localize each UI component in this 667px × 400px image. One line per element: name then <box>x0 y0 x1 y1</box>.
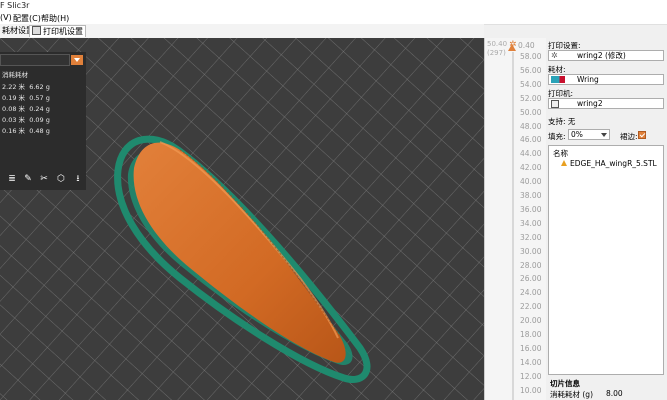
slider-tick-label: 32.00 <box>520 232 542 242</box>
left-info-panel: 消耗耗材 2.22 米 6.62 g 0.19 米 0.57 g 0.08 米 … <box>0 52 86 190</box>
slider-tick-label: 10.00 <box>520 385 542 395</box>
used-filament-value: 8.00 <box>606 389 623 398</box>
slider-tick-label: 12.00 <box>520 371 542 381</box>
slider-tick-label: 38.00 <box>520 191 542 200</box>
paint-icon[interactable]: ✎ <box>22 173 34 185</box>
support-value: 无 <box>567 117 576 126</box>
tab-bar: 耗材设置 打印机设置 <box>0 24 484 39</box>
menu-help[interactable]: 帮助(H) <box>41 13 69 24</box>
window-title: F Slic3r <box>0 1 30 10</box>
chevron-down-icon <box>601 133 607 137</box>
slider-tick-label: 46.00 <box>520 135 542 145</box>
slider-tick-label: 44.00 <box>520 149 542 159</box>
slider-tick-label: 54.00 <box>520 79 542 89</box>
slider-tick-label: 20.00 <box>520 316 542 326</box>
slider-thumb[interactable] <box>508 44 516 51</box>
slider-tick-label: 42.00 <box>520 163 542 173</box>
slider-tick-label: 58.00 <box>520 52 542 61</box>
cut-icon[interactable]: ✂ <box>38 173 50 185</box>
slider-tick-label: 18.00 <box>520 330 542 339</box>
slider-top-height: 50.40 <box>487 40 508 48</box>
slider-tick-label: 36.00 <box>520 204 542 214</box>
slider-tick-label: 34.00 <box>520 218 542 228</box>
slider-current-value: 0.40 <box>518 41 535 50</box>
slider-tick-label: 52.00 <box>520 93 542 103</box>
cube-icon[interactable]: ⬡ <box>55 173 67 185</box>
printer-combo[interactable]: wring2 <box>548 98 664 109</box>
support-label: 支持: 无 <box>548 117 576 126</box>
usage-row: 2.22 米 6.62 g <box>2 83 50 91</box>
slider-track[interactable] <box>512 52 514 400</box>
usage-row: 0.03 米 0.09 g <box>2 116 50 124</box>
slider-tick-label: 48.00 <box>520 121 542 131</box>
right-settings-panel: 打印设置: ✲ wring2 (修改) 耗材: Wring 打印机: wring… <box>546 38 667 400</box>
menu-config[interactable]: 配置(C) <box>13 13 41 24</box>
slider-tick-label: 16.00 <box>520 343 542 353</box>
slider-tick-label: 56.00 <box>520 65 542 75</box>
slider-tick-label: 28.00 <box>520 260 542 270</box>
tab-printer-label: 打印机设置 <box>43 27 83 36</box>
slice-info-title: 切片信息 <box>550 379 580 388</box>
tab-printer-settings[interactable]: 打印机设置 <box>29 25 86 37</box>
view-toolbar: ≣ ✎ ✂ ⬡ ⭳ <box>2 173 86 187</box>
printer-icon <box>32 26 41 35</box>
infill-label: 填充: <box>548 132 566 141</box>
usage-row: 0.19 米 0.57 g <box>2 94 50 102</box>
list-header-name: 名称 <box>553 149 568 158</box>
dropdown-arrow-icon[interactable] <box>71 55 83 65</box>
arrow-down-icon[interactable]: ⭳ <box>72 173 84 185</box>
slider-tick-label: 14.00 <box>520 357 542 367</box>
slider-tick-label: 40.00 <box>520 177 542 187</box>
usage-row: 0.08 米 0.24 g <box>2 105 50 113</box>
warning-icon <box>561 160 567 166</box>
filament-usage-header: 消耗耗材 <box>2 71 28 79</box>
object-list[interactable]: 名称 EDGE_HA_wingR_5.STL <box>548 145 664 375</box>
brim-label: 裙边: <box>620 132 638 141</box>
usage-row: 0.16 米 0.48 g <box>2 127 50 135</box>
slider-tick-label: 24.00 <box>520 288 542 298</box>
layer-slider[interactable]: 50.40 (297) ✲ 0.40 58.00 56.00 54.00 52.00 5… <box>484 38 547 400</box>
list-item[interactable]: EDGE_HA_wingR_5.STL <box>561 159 657 168</box>
slider-tick-label: 50.00 <box>520 107 542 117</box>
slider-top-layer: (297) <box>487 49 506 57</box>
slider-tick-label: 26.00 <box>520 274 542 284</box>
menu-view[interactable]: (V) <box>0 13 12 22</box>
brim-checkbox[interactable] <box>638 131 646 139</box>
slider-tick-label: 22.00 <box>520 302 542 312</box>
view-type-dropdown[interactable] <box>0 54 70 66</box>
infill-combo[interactable]: 0% <box>568 129 610 140</box>
slider-tick-label: 30.00 <box>520 246 542 256</box>
print-settings-combo[interactable]: ✲ wring2 (修改) <box>548 50 664 61</box>
gear-icon: ✲ <box>551 51 558 60</box>
filament-combo[interactable]: Wring <box>548 74 664 85</box>
used-filament-label: 消耗耗材 (g) <box>550 390 593 399</box>
printer-icon <box>551 100 559 108</box>
title-bar: F Slic3r <box>0 0 667 12</box>
layers-icon[interactable]: ≣ <box>6 173 18 185</box>
filament-color-icon <box>551 76 565 83</box>
